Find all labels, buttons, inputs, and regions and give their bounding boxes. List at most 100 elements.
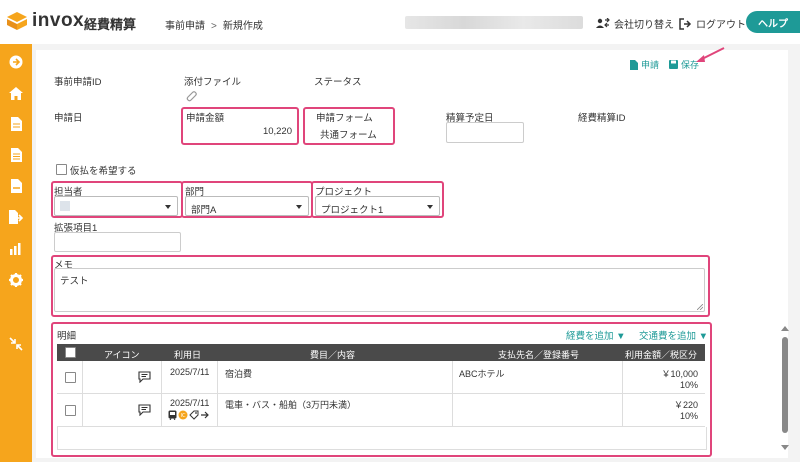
- logout-button[interactable]: ログアウト: [679, 16, 746, 31]
- switch-users-icon: [596, 17, 610, 28]
- sidebar-item-document[interactable]: [8, 116, 24, 132]
- row-amount: ￥10,000: [661, 369, 698, 379]
- details-title: 明細: [57, 331, 77, 342]
- row-payee: ABCホテル: [459, 369, 505, 379]
- table-row[interactable]: 2025/7/11 IC 電車・バス・船舶（3万円未満） ￥220 10%: [57, 394, 705, 427]
- train-icon: [168, 410, 177, 420]
- person-redacted: [60, 201, 70, 211]
- memo-textarea[interactable]: テスト: [54, 268, 705, 312]
- amount-label: 申請金額: [186, 113, 225, 124]
- table-empty-area: [57, 427, 707, 450]
- column-divider: [161, 361, 162, 393]
- sidebar-item-home[interactable]: [8, 85, 24, 101]
- row-checkbox[interactable]: [65, 372, 76, 383]
- document-icon: [630, 59, 638, 70]
- column-divider: [161, 394, 162, 426]
- select-all-checkbox[interactable]: [65, 347, 76, 358]
- home-icon: [9, 86, 23, 100]
- chevron-down-icon: [165, 205, 171, 209]
- arrow-circle-right-icon: [9, 55, 23, 69]
- add-expense-button[interactable]: 経費を追加 ▼: [566, 328, 626, 342]
- form-type-value: 共通フォーム: [320, 130, 377, 141]
- amount-value: 10,220: [262, 126, 292, 137]
- sidebar-item-report[interactable]: [8, 178, 24, 194]
- logo-box-icon: [7, 12, 27, 30]
- details-table-header: アイコン 利用日 費目／内容 支払先名／登録番号 利用金額／税区分: [57, 344, 705, 361]
- scrollbar-thumb[interactable]: [782, 337, 788, 433]
- sidebar-item-document-list[interactable]: [8, 147, 24, 163]
- scroll-down-icon[interactable]: [781, 445, 789, 451]
- caret-down-icon: ▼: [616, 331, 626, 342]
- switch-company-button[interactable]: 会社切り替え: [596, 16, 674, 31]
- row-item: 電車・バス・船舶（3万円未満）: [225, 400, 357, 410]
- expense-id-label: 経費精算ID: [578, 113, 626, 124]
- project-value: プロジェクト1: [321, 205, 384, 216]
- column-divider: [217, 394, 218, 426]
- column-divider: [452, 394, 453, 426]
- person-select[interactable]: [54, 196, 178, 216]
- document-icon: [10, 117, 22, 131]
- breadcrumb-item-new: 新規作成: [222, 21, 263, 32]
- document-list-icon: [10, 148, 22, 162]
- sidebar: [0, 44, 32, 462]
- sidebar-item-expand[interactable]: [8, 54, 24, 70]
- column-header-payee: 支払先名／登録番号: [498, 350, 580, 360]
- column-divider: [82, 361, 83, 393]
- attachment-label: 添付ファイル: [184, 77, 242, 88]
- sidebar-item-settings[interactable]: [8, 272, 24, 288]
- paperclip-icon[interactable]: [185, 90, 197, 102]
- column-header-amount: 利用金額／税区分: [625, 350, 698, 360]
- table-row[interactable]: 2025/7/11 宿泊費 ABCホテル ￥10,000 10%: [57, 361, 705, 394]
- gear-icon: [9, 273, 23, 287]
- comment-icon[interactable]: [138, 404, 151, 416]
- apply-link[interactable]: 申請: [630, 58, 659, 71]
- row-date: 2025/7/11: [170, 367, 210, 377]
- ic-card-icon: IC: [178, 410, 188, 420]
- bar-chart-icon: [10, 242, 21, 255]
- app-header: invox 経費精算 事前申請 > 新規作成 会社切り替え ログアウト ヘルプ: [0, 0, 800, 45]
- report-icon: [10, 179, 22, 193]
- apply-label: 申請: [641, 60, 660, 70]
- column-header-item: 費目／内容: [310, 350, 356, 360]
- row-tax: 10%: [679, 411, 698, 421]
- column-divider: [82, 394, 83, 426]
- page-scrollbar[interactable]: [780, 325, 790, 453]
- arrow-right-icon: [201, 411, 209, 419]
- status-label: ステータス: [314, 77, 362, 88]
- row-item: 宿泊費: [225, 369, 253, 379]
- pre-application-id-label: 事前申請ID: [54, 77, 102, 88]
- add-transport-button[interactable]: 交通費を追加 ▼: [639, 328, 708, 342]
- department-select[interactable]: 部門A: [185, 196, 309, 216]
- breadcrumb-item-pre-application[interactable]: 事前申請: [165, 21, 205, 32]
- memo-value: テスト: [60, 276, 89, 287]
- project-select[interactable]: プロジェクト1: [315, 196, 440, 216]
- add-expense-label: 経費を追加: [566, 331, 614, 342]
- advance-payment-label: 仮払を希望する: [70, 166, 137, 177]
- chevron-down-icon: [427, 205, 433, 209]
- switch-company-label: 会社切り替え: [614, 20, 674, 31]
- transport-icons: IC: [168, 410, 210, 420]
- logo-subtitle: 経費精算: [84, 17, 137, 32]
- settlement-date-input[interactable]: [446, 122, 524, 143]
- comment-icon[interactable]: [138, 371, 151, 383]
- help-button[interactable]: ヘルプ: [746, 11, 800, 33]
- breadcrumb-separator: >: [211, 21, 217, 32]
- advance-payment-checkbox[interactable]: [56, 164, 67, 175]
- row-checkbox[interactable]: [65, 405, 76, 416]
- resize-handle-icon[interactable]: [697, 304, 703, 310]
- row-date: 2025/7/11: [170, 398, 210, 408]
- extension-field-input[interactable]: [54, 232, 181, 252]
- form-type-label: 申請フォーム: [316, 113, 373, 124]
- tag-icon: [189, 410, 199, 420]
- floppy-disk-icon: [669, 60, 679, 69]
- scroll-up-icon[interactable]: [781, 325, 789, 331]
- logout-icon: [679, 17, 692, 30]
- sidebar-item-collapse[interactable]: [8, 336, 24, 352]
- sidebar-item-analytics[interactable]: [8, 240, 24, 256]
- sidebar-item-export[interactable]: [8, 209, 24, 225]
- row-amount: ￥220: [673, 400, 698, 410]
- column-divider: [217, 361, 218, 393]
- column-header-date: 利用日: [174, 350, 202, 360]
- svg-text:IC: IC: [181, 413, 186, 419]
- column-divider: [452, 361, 453, 393]
